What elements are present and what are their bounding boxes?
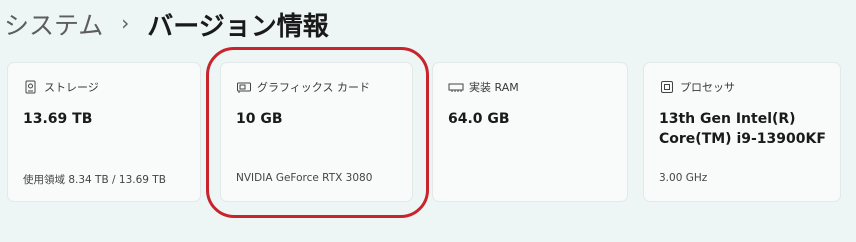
processor-icon — [659, 80, 675, 94]
graphics-card-header: グラフィックス カード — [236, 79, 370, 95]
graphics-card-card[interactable]: グラフィックス カード 10 GB NVIDIA GeForce RTX 308… — [220, 62, 413, 202]
processor-name-line2: Core(TM) i9-13900KF — [659, 131, 826, 147]
page-title: バージョン情報 — [147, 11, 329, 42]
graphics-card-memory: 10 GB — [236, 111, 283, 127]
ram-icon — [448, 80, 464, 94]
storage-icon — [23, 80, 39, 94]
processor-name-line1: 13th Gen Intel(R) — [659, 111, 796, 127]
storage-value: 13.69 TB — [23, 111, 93, 127]
processor-card[interactable]: プロセッサ 13th Gen Intel(R) Core(TM) i9-1390… — [643, 62, 841, 202]
breadcrumb-parent-system[interactable]: システム — [4, 6, 103, 42]
processor-label: プロセッサ — [680, 81, 735, 94]
storage-card-header: ストレージ — [23, 79, 99, 95]
graphics-card-icon — [236, 80, 252, 94]
graphics-card-label: グラフィックス カード — [257, 81, 370, 94]
ram-card-header: 実装 RAM — [448, 79, 519, 95]
storage-card[interactable]: ストレージ 13.69 TB 使用領域 8.34 TB / 13.69 TB — [7, 62, 201, 202]
processor-card-header: プロセッサ — [659, 79, 735, 95]
ram-card[interactable]: 実装 RAM 64.0 GB — [432, 62, 628, 202]
storage-usage: 使用領域 8.34 TB / 13.69 TB — [23, 174, 166, 186]
processor-name: 13th Gen Intel(R) Core(TM) i9-13900KF — [659, 109, 826, 149]
ram-value: 64.0 GB — [448, 111, 510, 127]
processor-speed: 3.00 GHz — [659, 172, 708, 184]
breadcrumb-separator-icon: › — [121, 11, 130, 35]
graphics-card-model: NVIDIA GeForce RTX 3080 — [236, 172, 373, 184]
storage-label: ストレージ — [44, 81, 99, 94]
breadcrumb: システム › バージョン情報 — [4, 6, 329, 42]
ram-label: 実装 RAM — [469, 81, 519, 94]
